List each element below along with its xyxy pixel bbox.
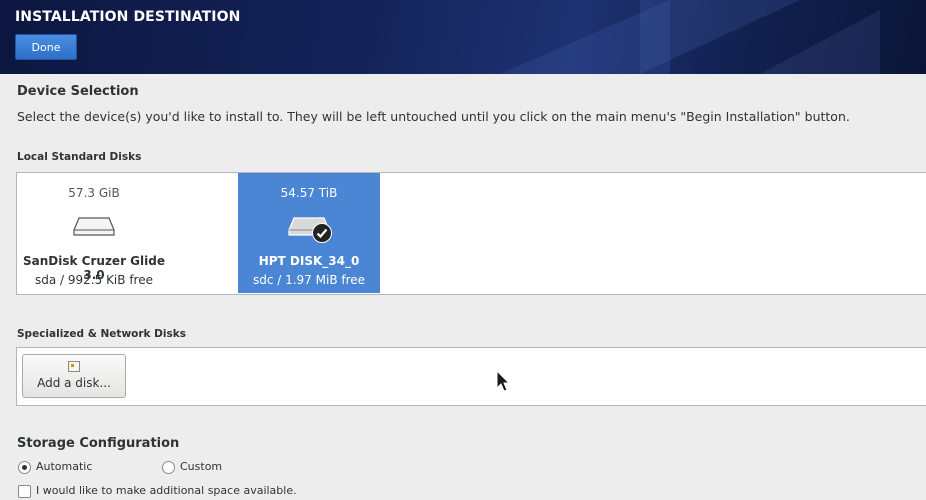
- disk-size: 54.57 TiB: [280, 186, 338, 200]
- header-decoration: [760, 10, 880, 74]
- mouse-pointer-icon: [496, 370, 511, 392]
- add-disk-label: Add a disk...: [37, 376, 111, 390]
- done-button[interactable]: Done: [15, 34, 77, 60]
- disk-free-space: sda / 992.5 KiB free: [35, 273, 153, 287]
- add-disk-button[interactable]: Add a disk...: [22, 354, 126, 398]
- selected-check-icon: [312, 223, 332, 243]
- network-disks-heading: Specialized & Network Disks: [17, 328, 186, 340]
- disk-free-space: sdc / 1.97 MiB free: [252, 273, 366, 287]
- disk-card-sda[interactable]: 57.3 GiB SanDisk Cruzer Glide 3.0 sda / …: [23, 173, 165, 293]
- page-title: INSTALLATION DESTINATION: [15, 9, 241, 25]
- custom-radio-label[interactable]: Custom: [180, 460, 222, 473]
- disk-name: HPT DISK_34_0: [258, 254, 360, 268]
- hard-drive-icon: [73, 217, 115, 236]
- storage-configuration-title: Storage Configuration: [17, 436, 180, 451]
- device-selection-title: Device Selection: [17, 84, 139, 99]
- device-selection-description: Select the device(s) you'd like to insta…: [17, 109, 850, 124]
- automatic-radio[interactable]: [18, 461, 31, 474]
- disk-card-sdc[interactable]: 54.57 TiB HPT DISK_34_0 sdc / 1.97 MiB f…: [238, 173, 380, 293]
- additional-space-label[interactable]: I would like to make additional space av…: [36, 484, 297, 497]
- network-disks-panel: Add a disk...: [16, 347, 926, 406]
- header-bar: INSTALLATION DESTINATION Done: [0, 0, 926, 74]
- local-disks-panel: 57.3 GiB SanDisk Cruzer Glide 3.0 sda / …: [16, 172, 926, 295]
- disk-size: 57.3 GiB: [68, 186, 120, 200]
- custom-radio[interactable]: [162, 461, 175, 474]
- radio-selected-dot: [22, 465, 27, 470]
- local-disks-heading: Local Standard Disks: [17, 151, 142, 163]
- additional-space-checkbox[interactable]: [18, 485, 31, 498]
- automatic-radio-label[interactable]: Automatic: [36, 460, 92, 473]
- add-disk-icon: [68, 361, 80, 372]
